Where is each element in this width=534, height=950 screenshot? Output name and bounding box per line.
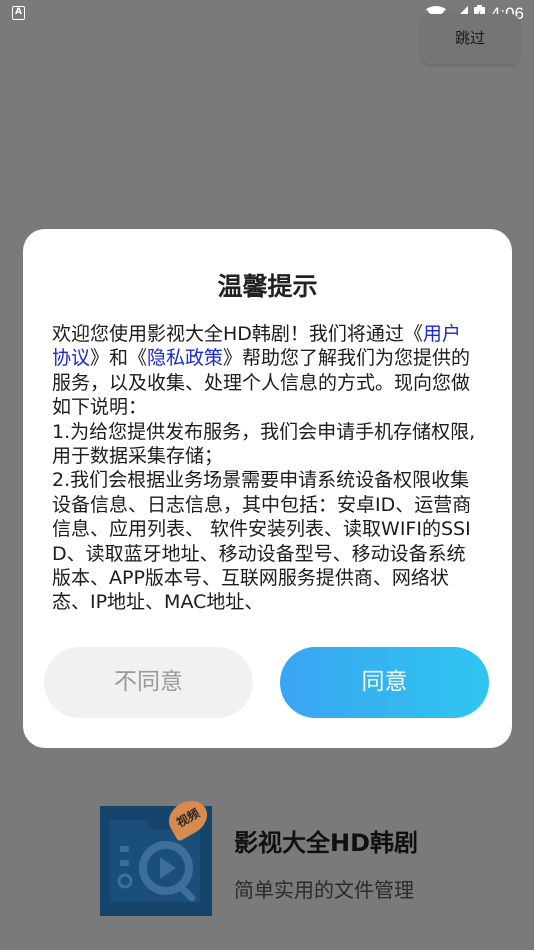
body-text-and: 》和《 xyxy=(90,347,148,370)
body-item-storage: 1.为给您提供发布服务，我们会申请手机存储权限, 用于数据采集存储； xyxy=(52,420,476,468)
skip-button[interactable]: 跳过 xyxy=(421,14,519,64)
app-logo: 视频 xyxy=(100,794,214,916)
disagree-button[interactable]: 不同意 xyxy=(44,647,253,718)
body-text-intro: 欢迎您使用影视大全HD韩剧！我们将通过《 xyxy=(52,323,423,345)
dialog-body: 欢迎您使用影视大全HD韩剧！我们将通过《用户协议》和《隐私政策》帮助您了解我们为… xyxy=(52,322,477,615)
dialog-title: 温馨提示 xyxy=(217,272,318,301)
app-name: 影视大全HD韩剧 xyxy=(234,829,419,857)
agree-button[interactable]: 同意 xyxy=(280,647,489,718)
notification-a-icon: A xyxy=(12,6,25,20)
video-badge-label: 视频 xyxy=(174,805,202,831)
privacy-dialog: 温馨提示 欢迎您使用影视大全HD韩剧！我们将通过《用户协议》和《隐私政策》帮助您… xyxy=(23,229,512,748)
privacy-policy-link[interactable]: 隐私政策 xyxy=(147,347,223,369)
app-slogan: 简单实用的文件管理 xyxy=(234,878,414,902)
body-item-device: 2.我们会根据业务场景需要申请系统设备权限收集设备信息、日志信息，其中包括：安卓… xyxy=(52,469,472,614)
